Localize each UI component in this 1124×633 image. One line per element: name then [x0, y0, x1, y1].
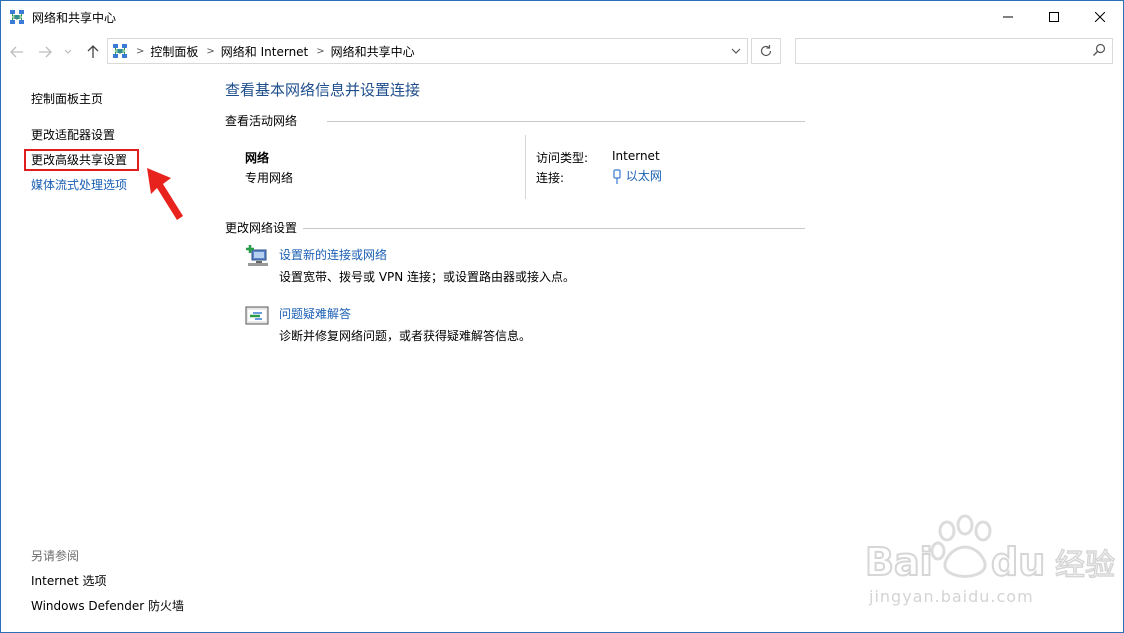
- close-button[interactable]: [1077, 1, 1123, 32]
- arrow-right-icon: [39, 46, 52, 58]
- red-arrow-icon: [147, 168, 183, 220]
- internet-options-link[interactable]: Internet 选项: [31, 572, 106, 589]
- section-divider: [303, 228, 805, 229]
- network-type: 专用网络: [245, 171, 294, 185]
- network-center-icon: [10, 10, 24, 24]
- ethernet-link-label[interactable]: 以太网: [626, 169, 662, 183]
- close-icon: [1095, 11, 1105, 22]
- arrow-up-icon: [87, 45, 99, 58]
- ethernet-connection-link[interactable]: 以太网: [612, 167, 662, 185]
- highlight-box: [24, 149, 139, 171]
- window: 网络和共享中心 > 控制面板 > 网络和 Internet > 网络和共享中心 …: [0, 0, 1124, 633]
- baidu-watermark-logo: Bai du 经验: [864, 514, 1116, 585]
- up-button[interactable]: [83, 42, 103, 62]
- breadcrumb-control-panel[interactable]: 控制面板: [150, 43, 198, 60]
- maximize-button[interactable]: [1031, 1, 1077, 32]
- media-streaming-options-link[interactable]: 媒体流式处理选项: [31, 176, 127, 193]
- minimize-icon: [1003, 16, 1013, 17]
- new-connection-icon: [246, 245, 268, 266]
- breadcrumb-network-internet[interactable]: 网络和 Internet: [221, 43, 308, 60]
- arrow-left-icon: [10, 46, 23, 58]
- windows-defender-firewall-link[interactable]: Windows Defender 防火墙: [31, 597, 184, 614]
- access-type-label: 访问类型:: [536, 151, 589, 165]
- setup-new-connection-link[interactable]: 设置新的连接或网络: [279, 246, 387, 263]
- forward-button[interactable]: [35, 42, 55, 62]
- watermark-url: jingyan.baidu.com: [869, 587, 1034, 606]
- control-panel-home-link[interactable]: 控制面板主页: [31, 90, 103, 107]
- svg-text:du: du: [991, 540, 1045, 584]
- refresh-button[interactable]: [751, 38, 781, 64]
- access-type-value: Internet: [612, 149, 660, 163]
- setup-new-connection-desc: 设置宽带、拨号或 VPN 连接；或设置路由器或接入点。: [279, 270, 576, 284]
- ethernet-icon: [613, 168, 621, 184]
- see-also-heading: 另请参阅: [31, 549, 80, 563]
- active-networks-heading: 查看活动网络: [225, 114, 298, 128]
- network-center-icon: [113, 44, 127, 58]
- window-title: 网络和共享中心: [32, 11, 117, 25]
- chevron-right-icon[interactable]: >: [206, 46, 214, 57]
- network-name: 网络: [245, 151, 270, 165]
- minimize-button[interactable]: [985, 1, 1031, 32]
- search-icon: [1093, 43, 1106, 56]
- chevron-right-icon[interactable]: >: [316, 46, 324, 57]
- troubleshoot-desc: 诊断并修复网络问题，或者获得疑难解答信息。: [279, 329, 532, 343]
- navigation-bar: > 控制面板 > 网络和 Internet > 网络和共享中心: [1, 33, 1123, 71]
- vertical-divider: [525, 135, 526, 199]
- back-button[interactable]: [7, 42, 27, 62]
- troubleshoot-link[interactable]: 问题疑难解答: [279, 305, 351, 322]
- page-title: 查看基本网络信息并设置连接: [225, 81, 421, 99]
- svg-text:Bai: Bai: [865, 540, 933, 584]
- svg-text:经验: 经验: [1055, 548, 1115, 583]
- breadcrumb-network-sharing-center[interactable]: 网络和共享中心: [331, 43, 415, 60]
- troubleshoot-icon: [245, 306, 269, 325]
- connection-label: 连接:: [536, 171, 565, 185]
- maximize-icon: [1049, 11, 1059, 22]
- change-settings-heading: 更改网络设置: [225, 221, 298, 235]
- section-divider: [327, 121, 805, 122]
- search-input[interactable]: [795, 38, 1113, 64]
- change-adapter-settings-link[interactable]: 更改适配器设置: [31, 126, 115, 143]
- chevron-right-icon[interactable]: >: [136, 46, 144, 57]
- chevron-down-icon: [64, 49, 72, 54]
- address-bar[interactable]: > 控制面板 > 网络和 Internet > 网络和共享中心: [107, 38, 748, 64]
- title-bar: 网络和共享中心: [1, 1, 1123, 32]
- chevron-down-icon[interactable]: [731, 43, 741, 59]
- recent-locations-button[interactable]: [62, 42, 74, 62]
- refresh-icon: [760, 45, 772, 57]
